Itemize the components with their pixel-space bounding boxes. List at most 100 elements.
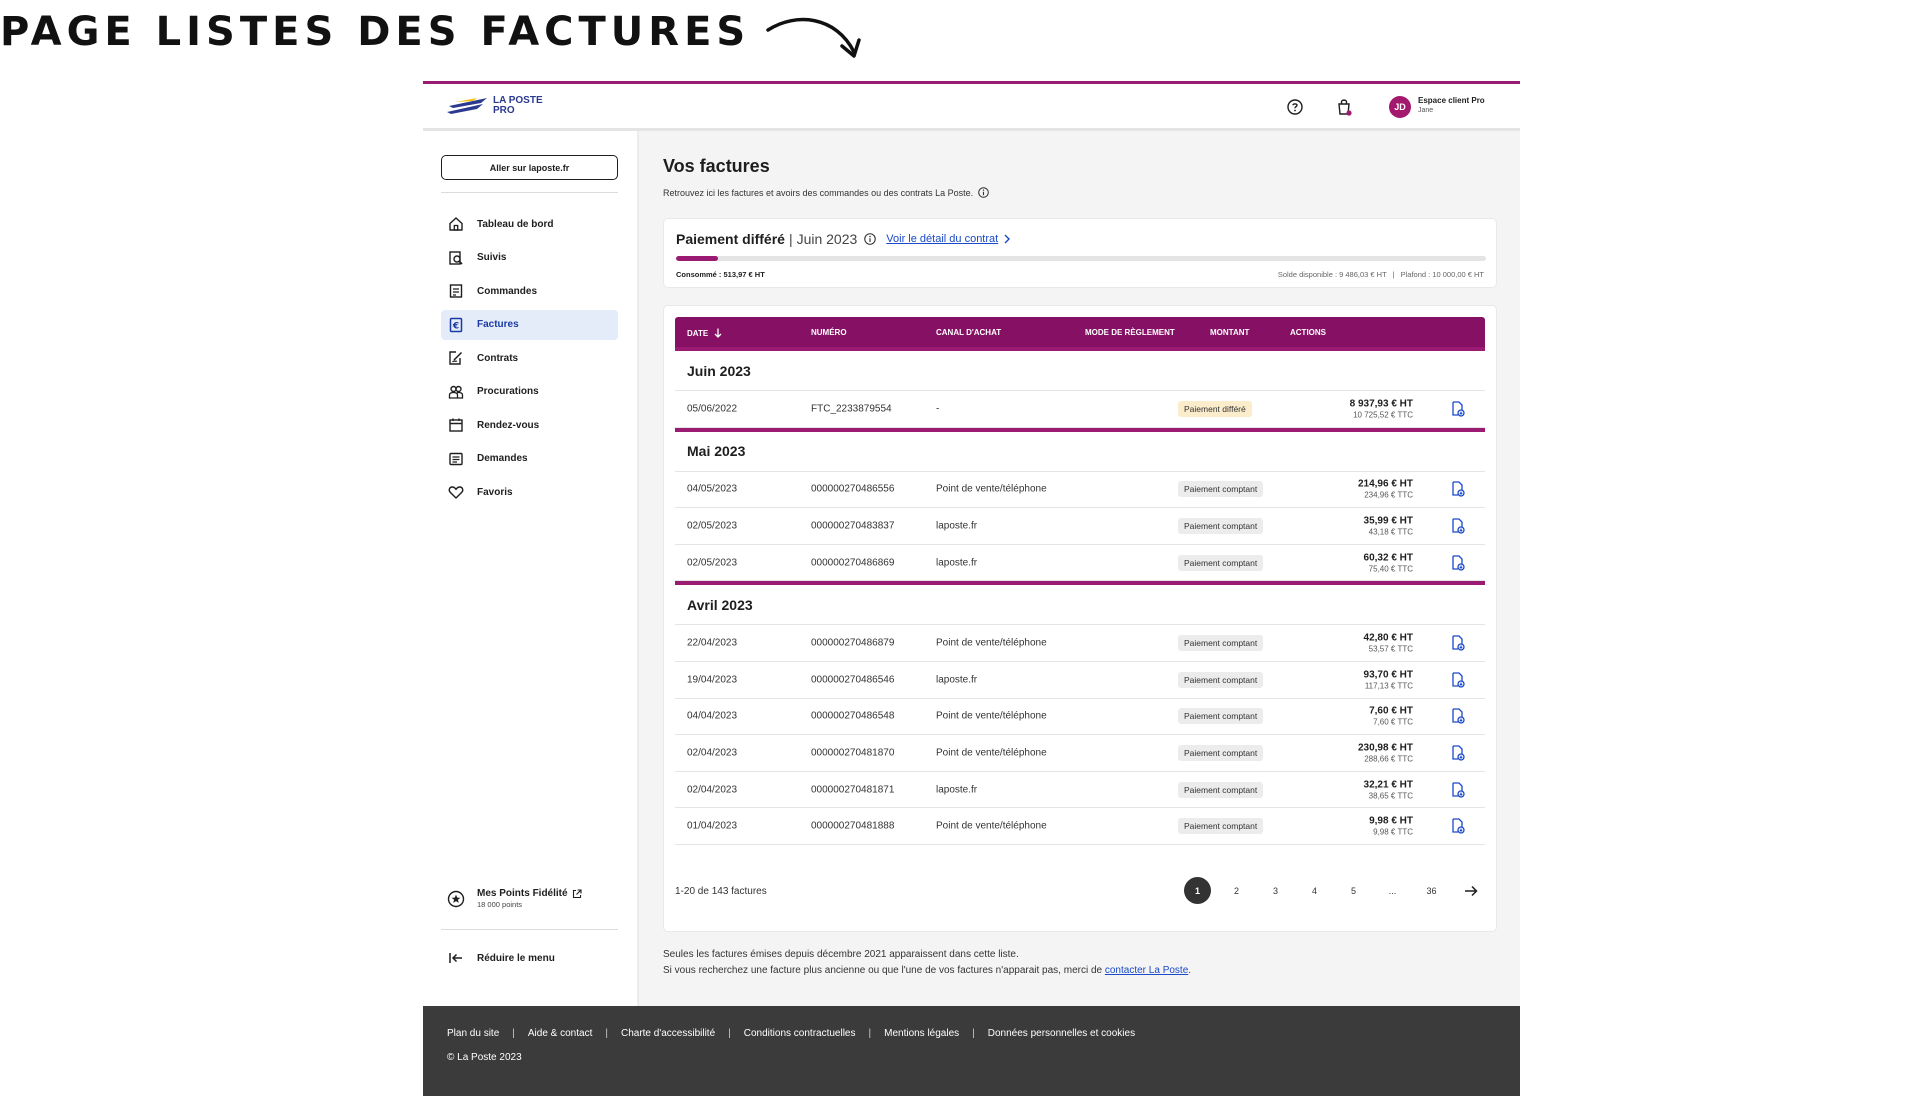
consumption-progress-bar	[676, 256, 1486, 261]
payment-mode-badge: Paiement comptant	[1178, 635, 1264, 652]
page-subtitle: Retrouvez ici les factures et avoirs des…	[663, 187, 974, 198]
sidebar-item-rendez-vous[interactable]: Rendez-vous	[441, 410, 618, 440]
logo-line-2: PRO	[493, 105, 515, 116]
cell-number: 000000270486869	[811, 557, 895, 569]
footer-link[interactable]: Conditions contractuelles	[744, 1028, 856, 1039]
sidebar-item-label: Demandes	[477, 453, 528, 464]
banner-title: PAGE LISTES DES FACTURES	[0, 9, 751, 55]
account-name: Jane	[1418, 107, 1434, 114]
la-poste-bird-icon	[447, 98, 487, 114]
loyalty-points-link[interactable]: Mes Points Fidélité 18 000 points	[447, 888, 582, 909]
info-icon[interactable]	[864, 233, 877, 245]
note-line-2-end: .	[1188, 965, 1192, 976]
cell-amount: 35,99 € HT 43,18 € TTC	[1364, 515, 1413, 536]
amount-ttc: 38,65 € TTC	[1368, 791, 1413, 801]
info-icon[interactable]	[978, 187, 989, 198]
download-invoice-icon[interactable]	[1451, 745, 1467, 761]
amount-ttc: 117,13 € TTC	[1364, 681, 1413, 691]
pagination-page[interactable]: 1	[1184, 877, 1211, 904]
ceiling-amount: Plafond : 10 000,00 € HT	[1400, 270, 1484, 279]
table-row: 01/04/2023 000000270481888 Point de vente/…	[675, 808, 1485, 845]
footer-link[interactable]: Mentions légales	[884, 1028, 959, 1039]
account-menu[interactable]: Espace client Pro Jane	[1418, 96, 1485, 114]
footer-link[interactable]: Données personnelles et cookies	[988, 1028, 1135, 1039]
pagination-page[interactable]: 5	[1340, 877, 1367, 904]
pagination-page[interactable]: 4	[1301, 877, 1328, 904]
sidebar-item-contrats[interactable]: Contrats	[441, 343, 618, 373]
download-invoice-icon[interactable]	[1451, 818, 1467, 834]
download-invoice-icon[interactable]	[1451, 401, 1467, 417]
download-invoice-icon[interactable]	[1451, 708, 1467, 725]
collapse-menu-button[interactable]: Réduire le menu	[447, 949, 555, 967]
payment-mode-badge: Paiement comptant	[1178, 554, 1264, 571]
invoices-table-card: DATE NUMÉRO CANAL D'ACHAT MODE DE RÈGLEM…	[663, 305, 1497, 932]
amount-ht: 8 937,93 € HT	[1349, 398, 1413, 410]
download-invoice-icon[interactable]	[1451, 554, 1467, 571]
la-poste-pro-logo[interactable]: LA POSTE PRO	[447, 96, 543, 116]
sidebar-item-favoris[interactable]: Favoris	[441, 477, 618, 507]
pagination-page[interactable]: 2	[1223, 877, 1250, 904]
pagination-page[interactable]: 36	[1418, 877, 1445, 904]
page-banner: PAGE LISTES DES FACTURES	[0, 2, 866, 62]
cart-icon[interactable]	[1333, 96, 1355, 118]
balance-separator: |	[1392, 270, 1395, 279]
sidebar-divider	[441, 929, 618, 930]
message-icon	[447, 450, 465, 468]
payment-mode-badge: Paiement comptant	[1178, 781, 1264, 798]
chevron-right-icon[interactable]	[1003, 234, 1011, 244]
table-body: Juin 2023 05/06/2022 FTC_2233879554 - Paieme…	[675, 347, 1485, 845]
month-group-header: Avril 2023	[675, 581, 1485, 626]
amount-ht: 7,60 € HT	[1369, 705, 1413, 717]
cell-number: 000000270481870	[811, 747, 895, 759]
help-icon[interactable]	[1284, 96, 1306, 118]
external-link-icon	[572, 888, 582, 898]
note-line-1: Seules les factures émises depuis décemb…	[663, 949, 1019, 960]
sidebar-item-label: Favoris	[477, 486, 513, 498]
consumed-amount: Consommé : 513,97 € HT	[676, 270, 765, 279]
download-invoice-icon[interactable]	[1451, 481, 1467, 498]
amount-ht: 42,80 € HT	[1363, 632, 1413, 644]
sidebar-item-procurations[interactable]: Procurations	[441, 377, 618, 407]
sidebar-nav: Tableau de bord Suivis Commandes € Factu…	[441, 209, 618, 511]
payment-label: Paiement différé	[676, 231, 785, 247]
goto-laposte-button[interactable]: Aller sur laposte.fr	[441, 155, 618, 180]
footer-separator: |	[868, 1028, 872, 1039]
sidebar-item-label: Tableau de bord	[477, 218, 554, 230]
footer-link[interactable]: Aide & contact	[528, 1028, 592, 1039]
cell-amount: 32,21 € HT 38,65 € TTC	[1364, 779, 1413, 800]
sidebar-item-commandes[interactable]: Commandes	[441, 276, 618, 306]
avatar[interactable]: JD	[1389, 96, 1411, 118]
contract-detail-link[interactable]: Voir le détail du contrat	[886, 233, 998, 245]
collapse-menu-label: Réduire le menu	[477, 952, 555, 964]
download-invoice-icon[interactable]	[1451, 672, 1467, 688]
cell-number: 000000270486879	[811, 637, 895, 649]
cell-date: 02/05/2023	[687, 557, 738, 569]
amount-ht: 32,21 € HT	[1363, 779, 1413, 791]
column-header-channel: CANAL D'ACHAT	[936, 328, 1002, 337]
cell-amount: 214,96 € HT 234,96 € TTC	[1358, 479, 1413, 500]
payment-mode-badge: Paiement comptant	[1178, 708, 1264, 725]
svg-text:€: €	[452, 321, 459, 331]
footer-link[interactable]: Plan du site	[447, 1028, 499, 1039]
cell-channel: laposte.fr	[936, 674, 978, 686]
footer-link[interactable]: Charte d'accessibilité	[621, 1028, 715, 1039]
sidebar-item-suivis[interactable]: Suivis	[441, 243, 618, 273]
download-invoice-icon[interactable]	[1451, 635, 1467, 651]
table-row: 04/05/2023 000000270486556 Point de vente/…	[675, 472, 1485, 509]
cell-number: FTC_2233879554	[811, 403, 892, 415]
download-invoice-icon[interactable]	[1451, 518, 1467, 534]
sidebar-item-tableau-de-bord[interactable]: Tableau de bord	[441, 209, 618, 239]
contact-la-poste-link[interactable]: contacter La Poste	[1105, 965, 1188, 976]
cell-number: 000000270481888	[811, 820, 895, 832]
column-header-actions: ACTIONS	[1290, 328, 1326, 337]
amount-ttc: 43,18 € TTC	[1368, 527, 1413, 537]
next-page-arrow-icon[interactable]	[1457, 877, 1484, 904]
sidebar-item-demandes[interactable]: Demandes	[441, 444, 618, 474]
account-title: Espace client Pro	[1418, 96, 1485, 105]
sidebar-item-factures[interactable]: € Factures	[441, 309, 618, 340]
column-date-sort[interactable]: DATE	[687, 328, 722, 338]
cell-number: 000000270481871	[811, 784, 895, 796]
download-invoice-icon[interactable]	[1451, 781, 1467, 798]
pagination-page[interactable]: 3	[1262, 877, 1289, 904]
footer-separator: |	[728, 1028, 731, 1039]
